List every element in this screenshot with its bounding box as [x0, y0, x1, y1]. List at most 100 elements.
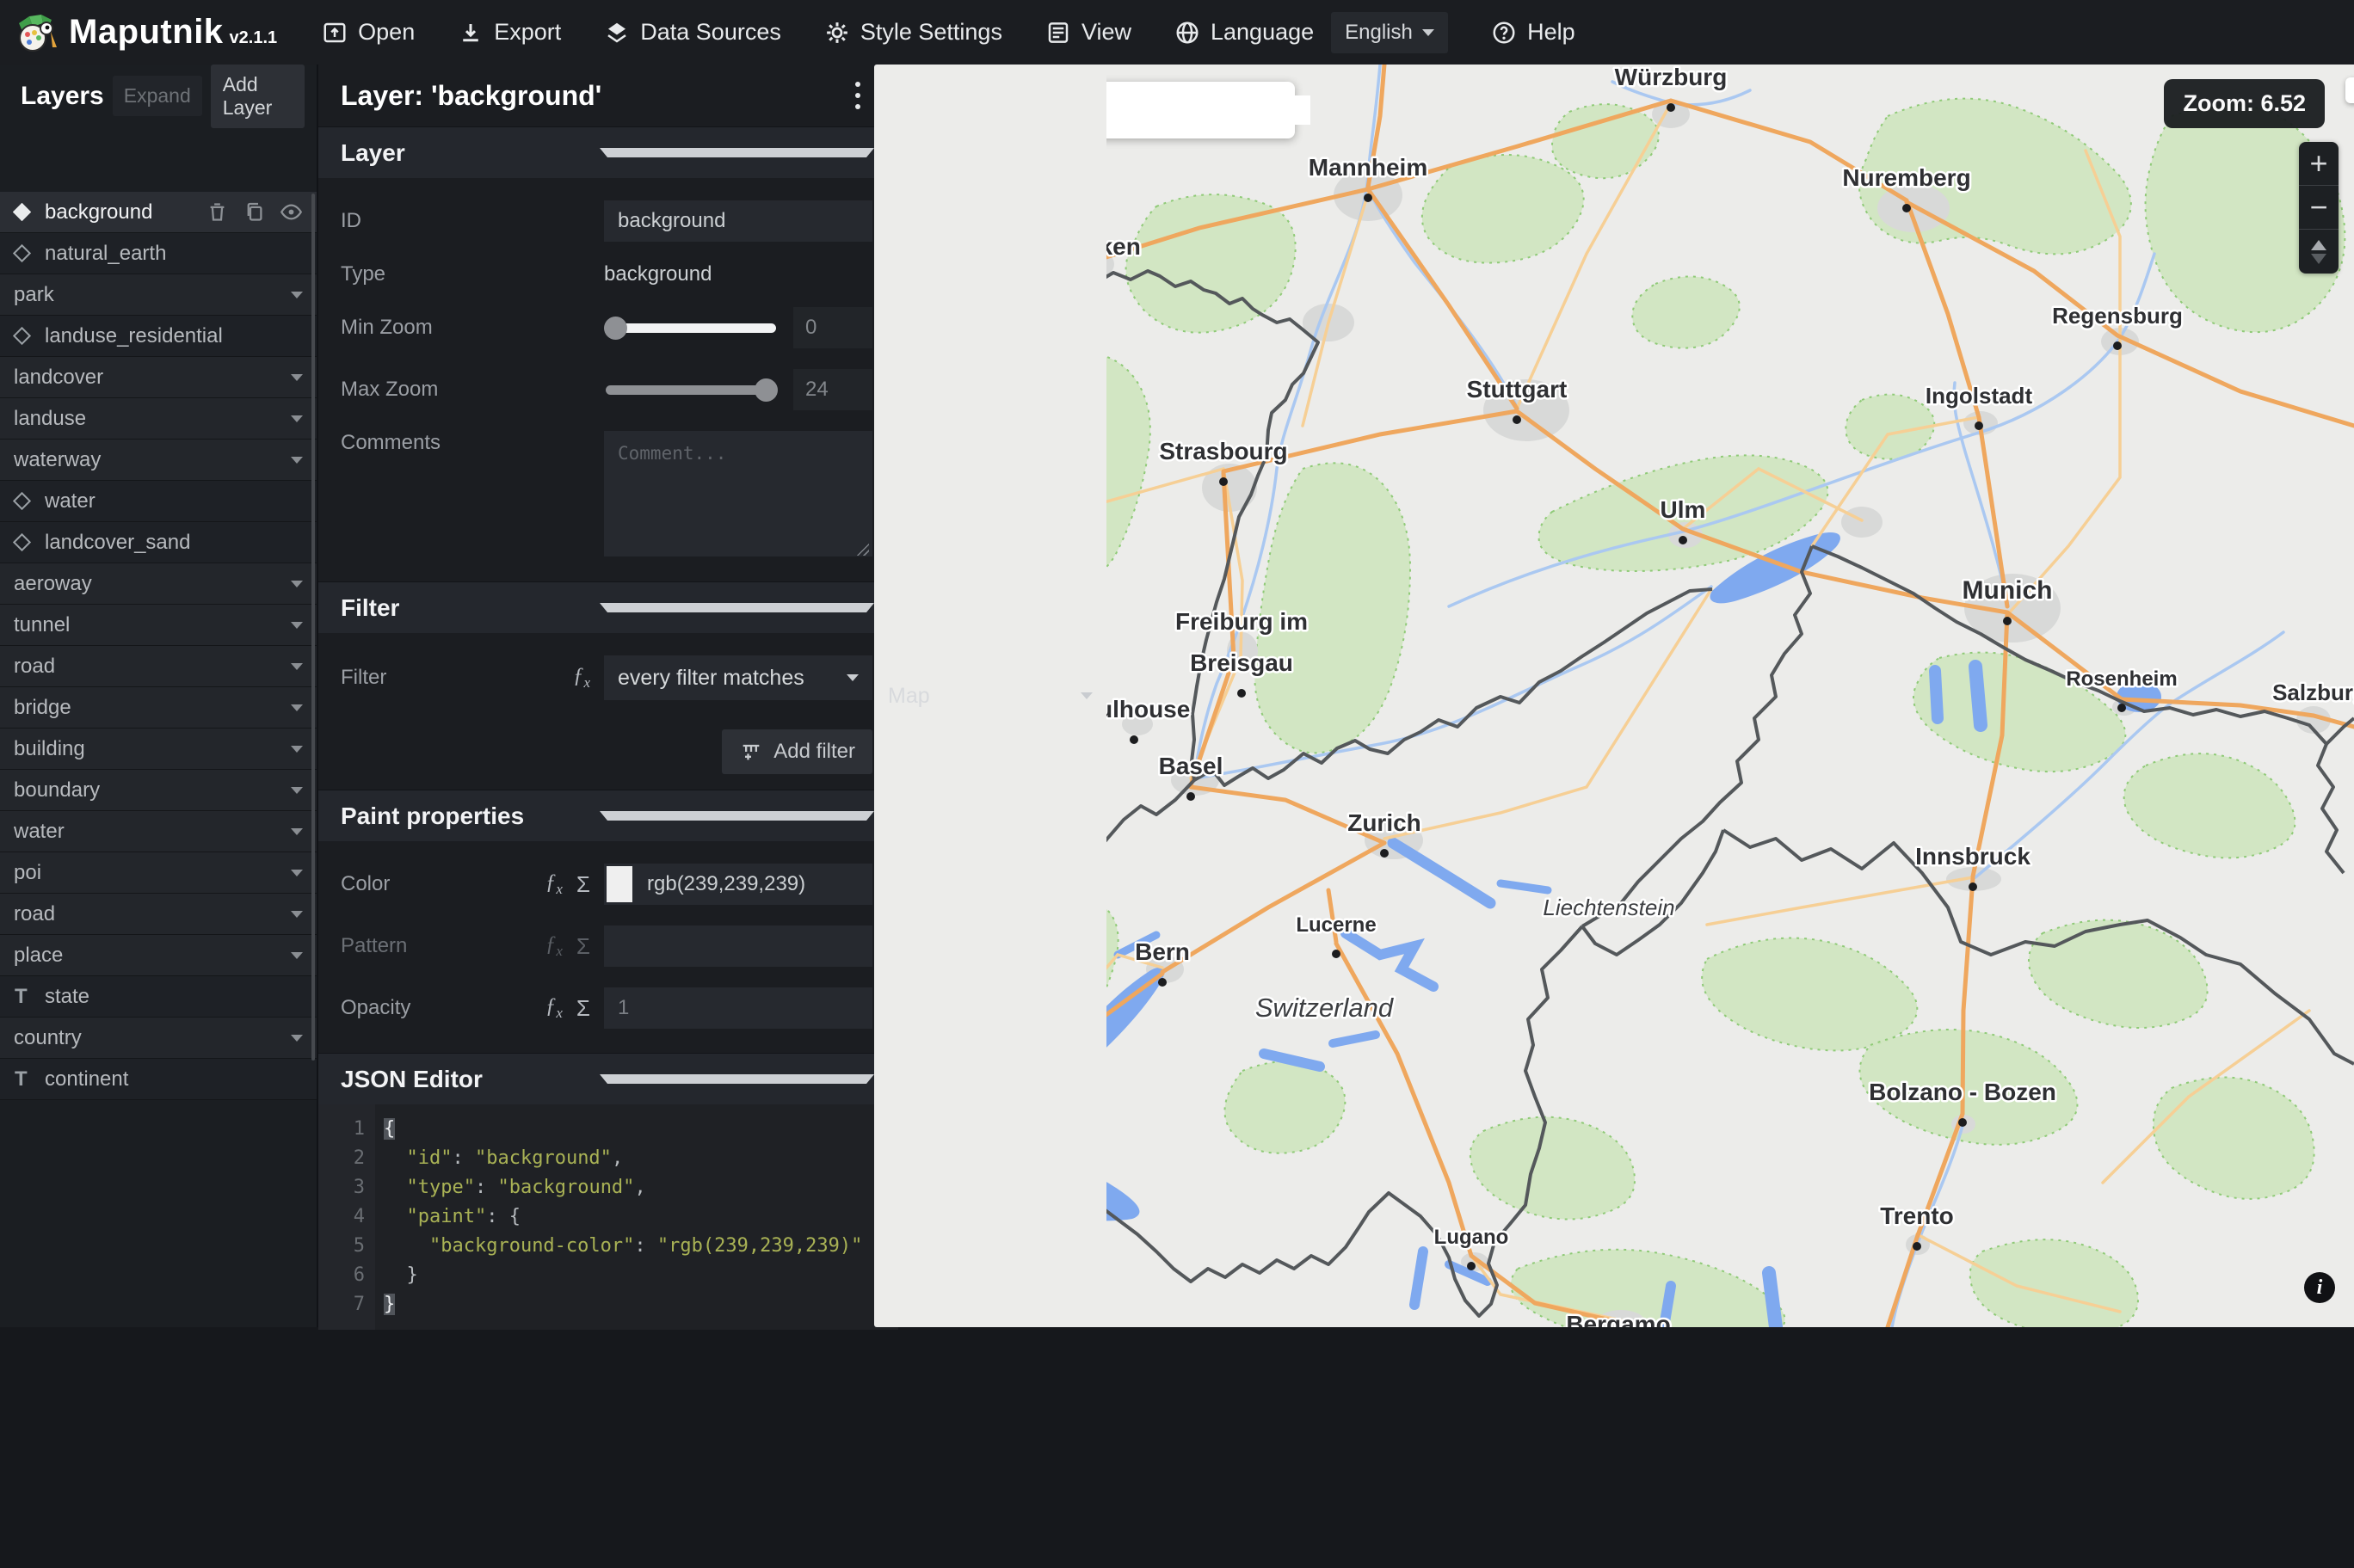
sidebar-item-water[interactable]: water	[0, 811, 317, 852]
sidebar-item-building[interactable]: building	[0, 729, 317, 770]
sidebar-scrollbar[interactable]	[311, 194, 315, 1061]
sidebar-item-tunnel[interactable]: tunnel	[0, 605, 317, 646]
comments-field[interactable]	[604, 431, 872, 556]
map-attribution-button[interactable]: i	[2304, 1272, 2335, 1303]
svg-text:Bergamo: Bergamo	[1566, 1311, 1670, 1327]
open-button[interactable]: Open	[322, 19, 415, 46]
max-zoom-slider[interactable]	[604, 378, 778, 402]
language-menu[interactable]: Language	[1174, 19, 1314, 46]
svg-text:Trento: Trento	[1880, 1202, 1954, 1229]
chevron-down-icon	[291, 456, 303, 464]
layer-name: background	[45, 200, 153, 224]
color-label: Color	[341, 872, 391, 895]
eye-icon[interactable]	[280, 200, 303, 224]
svg-text:Innsbruck: Innsbruck	[1915, 843, 2030, 870]
sidebar-item-bridge[interactable]: bridge	[0, 687, 317, 729]
sigma-icon[interactable]: Σ	[576, 995, 590, 1022]
resize-grip-icon[interactable]	[855, 542, 869, 556]
map-canvas[interactable]: WürzburgMannheimNurembergSaarbrückenRege…	[898, 65, 2354, 1327]
sidebar-item-road[interactable]: road	[0, 894, 317, 935]
sidebar-item-place[interactable]: place	[0, 935, 317, 976]
chevron-down-icon	[291, 415, 303, 422]
sidebar-item-landuse_residential[interactable]: landuse_residential	[0, 316, 317, 357]
data-sources-icon	[607, 22, 626, 43]
sidebar-item-natural_earth[interactable]: natural_earth	[0, 233, 317, 274]
style-settings-label: Style Settings	[860, 19, 1002, 45]
layers-panel: Layers Expand Add Layer background natura…	[0, 64, 317, 1327]
max-zoom-field[interactable]	[793, 369, 872, 410]
sidebar-item-road[interactable]: road	[0, 646, 317, 687]
data-sources-label: Data Sources	[640, 19, 781, 45]
function-icon[interactable]: ƒx	[545, 870, 563, 898]
diamond-icon	[12, 243, 32, 263]
expand-button[interactable]: Expand	[112, 76, 202, 116]
help-label: Help	[1527, 19, 1575, 45]
map-label-liechtenstein: Liechtenstein	[1541, 893, 1677, 923]
sidebar-item-landcover_sand[interactable]: landcover_sand	[0, 522, 317, 563]
color-swatch[interactable]	[607, 866, 632, 902]
opacity-field[interactable]	[604, 987, 872, 1029]
svg-text:Würzburg: Würzburg	[1615, 65, 1728, 90]
sigma-icon[interactable]: Σ	[576, 871, 590, 898]
function-icon[interactable]: ƒx	[573, 664, 590, 692]
chevron-down-icon	[600, 148, 874, 157]
kebab-menu-icon[interactable]	[855, 82, 860, 109]
sidebar-item-background[interactable]: background	[0, 192, 317, 233]
chevron-down-icon	[1422, 28, 1435, 36]
map-render: WürzburgMannheimNurembergSaarbrückenRege…	[898, 65, 2354, 1327]
help-button[interactable]: Help	[1491, 19, 1575, 46]
type-label: Type	[341, 262, 386, 286]
sidebar-item-country[interactable]: country	[0, 1018, 317, 1059]
add-filter-button[interactable]: Add filter	[722, 729, 872, 774]
app-toolbar: Maputnik v2.1.1 Open Export Data Sources…	[0, 0, 2354, 1327]
section-json-editor[interactable]: JSON Editor	[318, 1053, 898, 1104]
language-select[interactable]: English	[1331, 11, 1449, 53]
opacity-label: Opacity	[341, 996, 411, 1019]
section-paint-label: Paint properties	[341, 802, 525, 829]
json-editor[interactable]: 1234567 { "id": "background", "type": "b…	[318, 1104, 898, 1330]
section-filter[interactable]: Filter	[318, 581, 898, 633]
section-json-editor-label: JSON Editor	[341, 1065, 483, 1092]
sidebar-item-state[interactable]: Tstate	[0, 976, 317, 1018]
section-layer-label: Layer	[341, 138, 405, 166]
color-field[interactable]	[604, 864, 872, 905]
diamond-icon	[12, 202, 32, 222]
globe-icon	[1176, 22, 1199, 43]
layer-name: aeroway	[14, 571, 92, 595]
zoom-out-button[interactable]: −	[2299, 186, 2339, 230]
pattern-field[interactable]	[604, 925, 872, 967]
view-select[interactable]: Map	[874, 65, 1106, 1327]
layer-name: water	[45, 489, 96, 513]
trash-icon[interactable]	[206, 200, 229, 224]
section-filter-label: Filter	[341, 593, 400, 621]
data-sources-button[interactable]: Data Sources	[604, 19, 781, 46]
sidebar-item-waterway[interactable]: waterway	[0, 440, 317, 481]
sidebar-item-park[interactable]: park	[0, 274, 317, 316]
section-paint[interactable]: Paint properties	[318, 790, 898, 841]
min-zoom-slider[interactable]	[604, 317, 778, 340]
json-code[interactable]: { "id": "background", "type": "backgroun…	[375, 1104, 898, 1330]
id-field[interactable]	[604, 200, 872, 242]
add-layer-button[interactable]: Add Layer	[210, 64, 305, 128]
svg-text:Regensburg: Regensburg	[2052, 303, 2183, 329]
pattern-label: Pattern	[341, 934, 408, 957]
sidebar-item-poi[interactable]: poi	[0, 852, 317, 894]
zoom-in-button[interactable]: +	[2299, 142, 2339, 186]
sidebar-item-aeroway[interactable]: aeroway	[0, 563, 317, 605]
min-zoom-field[interactable]	[793, 307, 872, 348]
layers-panel-header: Layers Expand Add Layer	[0, 64, 317, 128]
sidebar-item-landuse[interactable]: landuse	[0, 398, 317, 440]
sidebar-item-landcover[interactable]: landcover	[0, 357, 317, 398]
sidebar-item-water[interactable]: water	[0, 481, 317, 522]
filter-combinator-select[interactable]: every filter matches	[604, 655, 872, 700]
comments-label: Comments	[341, 431, 441, 454]
export-button[interactable]: Export	[458, 19, 561, 46]
function-icon[interactable]: ƒx	[545, 994, 563, 1022]
style-settings-button[interactable]: Style Settings	[824, 19, 1002, 46]
compass-button[interactable]	[2299, 230, 2339, 274]
copy-icon[interactable]	[243, 200, 266, 224]
sidebar-item-continent[interactable]: Tcontinent	[0, 1059, 317, 1100]
view-menu[interactable]: View	[1045, 19, 1131, 46]
sidebar-item-boundary[interactable]: boundary	[0, 770, 317, 811]
section-layer[interactable]: Layer	[318, 126, 898, 178]
